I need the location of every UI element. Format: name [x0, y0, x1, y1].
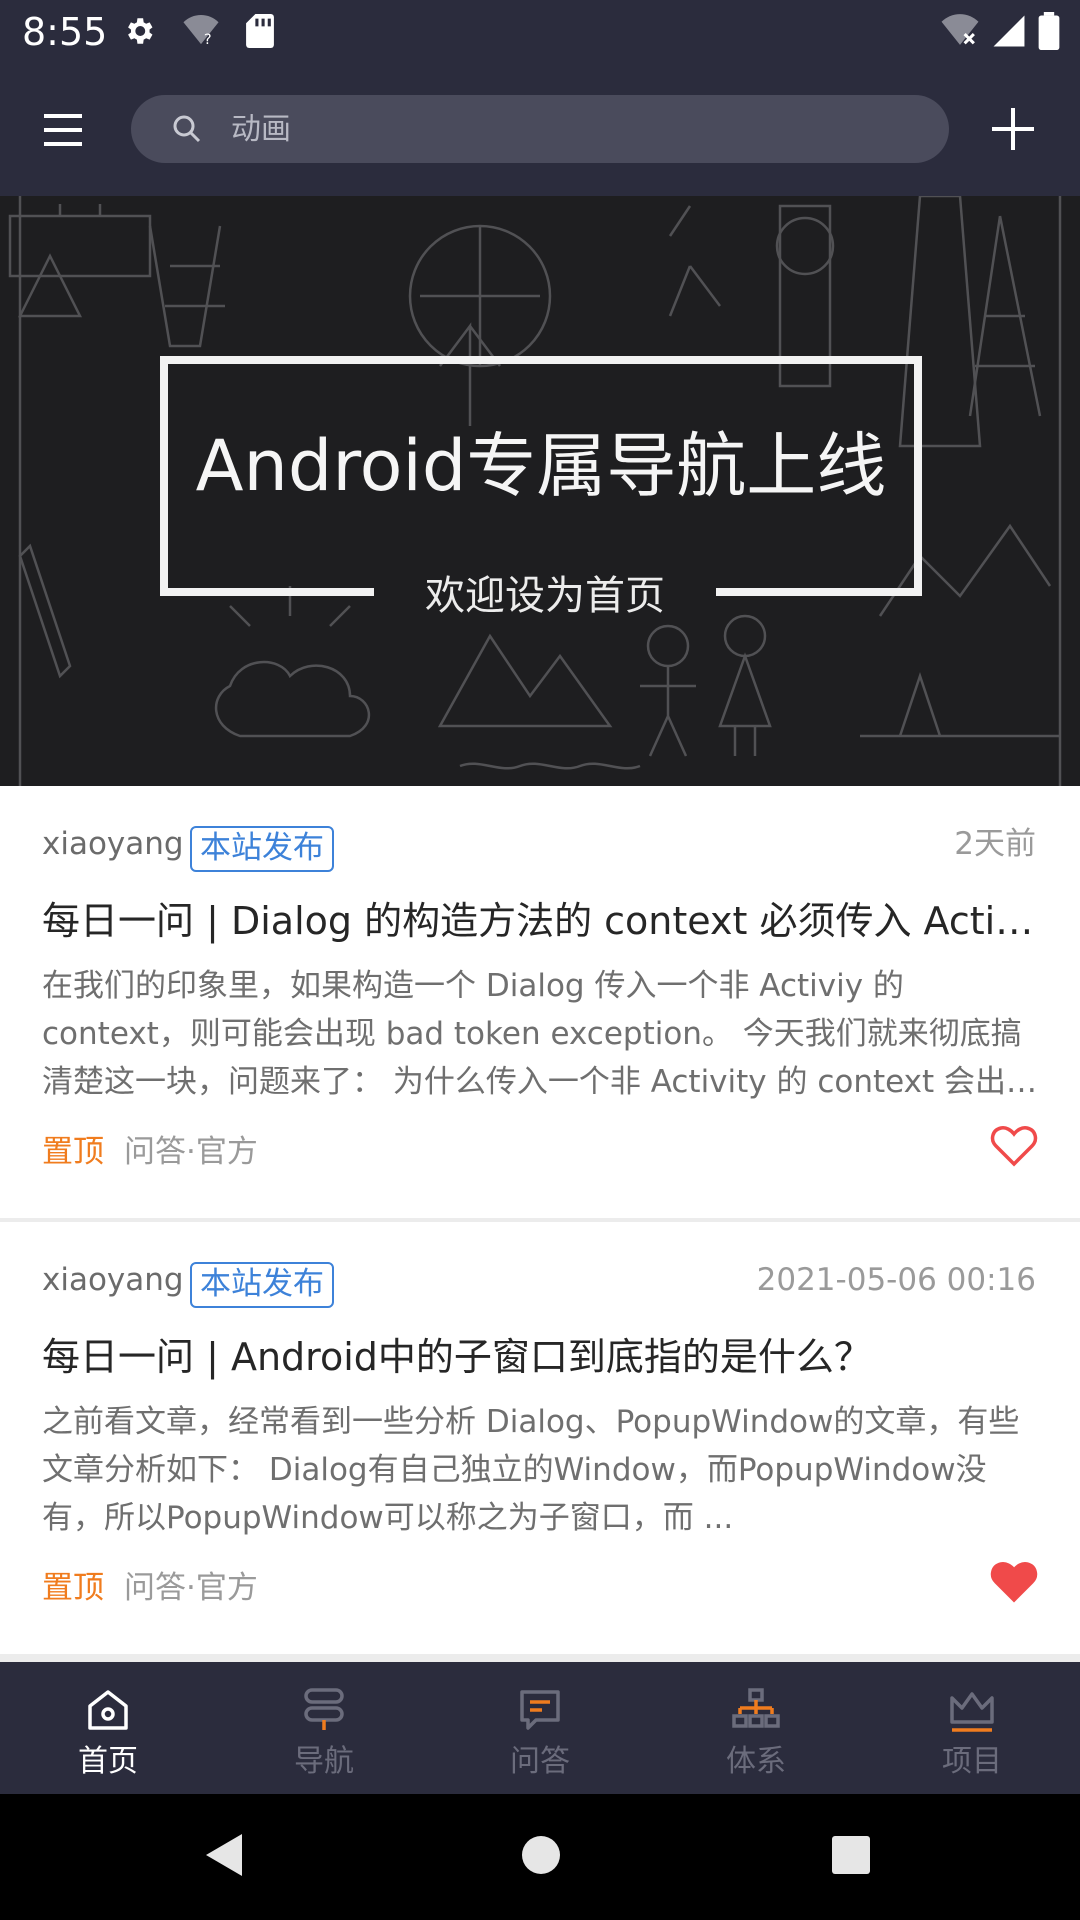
battery-icon — [1038, 12, 1060, 54]
nav-item-qa[interactable]: 问答 — [432, 1662, 648, 1794]
status-time: 8:55 — [22, 10, 108, 54]
back-icon[interactable] — [204, 1832, 244, 1882]
article-time: 2天前 — [954, 826, 1036, 862]
nav-label: 项目 — [942, 1744, 1002, 1779]
nav-label: 问答 — [510, 1744, 570, 1779]
nav-label: 首页 — [78, 1744, 138, 1779]
home-icon — [84, 1686, 132, 1734]
article-description: 之前看文章，经常看到一些分析 Dialog、PopupWindow的文章，有些文… — [42, 1404, 1020, 1536]
article-chapter[interactable]: 问答·官方 — [124, 1566, 258, 1610]
wifi-question-icon: ? — [182, 14, 220, 52]
banner-frame-line-left — [160, 588, 374, 596]
article-time: 2021-05-06 00:16 — [756, 1262, 1036, 1298]
add-icon[interactable] — [990, 106, 1036, 152]
wifi-off-icon — [940, 13, 980, 53]
home-circle-icon[interactable] — [520, 1834, 562, 1880]
article-description: 在我们的印象里，如果构造一个 Dialog 传入一个非 Activiy 的 co… — [42, 968, 1038, 1100]
search-bar[interactable] — [131, 95, 949, 163]
banner-frame-line-right — [716, 588, 922, 596]
search-input[interactable] — [231, 95, 911, 163]
article-author: xiaoyang — [42, 826, 184, 862]
article-chapter[interactable]: 问答·官方 — [124, 1130, 258, 1174]
svg-text:?: ? — [204, 31, 212, 48]
article-title: 每日一问 | Dialog 的构造方法的 context 必须传入 Activi… — [42, 899, 1038, 943]
menu-icon[interactable] — [42, 108, 90, 152]
banner-title: Android专属导航上线 — [195, 425, 887, 507]
article-tag: 本站发布 — [190, 1262, 334, 1308]
nav-label: 体系 — [726, 1744, 786, 1779]
recents-icon[interactable] — [832, 1836, 870, 1878]
status-bar: 8:55 ? — [0, 0, 1080, 64]
chat-icon — [516, 1686, 564, 1734]
divider — [0, 1654, 1080, 1662]
article-author: xiaoyang — [42, 1262, 184, 1298]
nav-item-projects[interactable]: 项目 — [864, 1662, 1080, 1794]
top-app-bar — [0, 64, 1080, 196]
banner-subtitle: 欢迎设为首页 — [425, 573, 665, 619]
banner-carousel[interactable]: Android专属导航上线 欢迎设为首页 — [0, 196, 1080, 786]
signpost-icon — [300, 1686, 348, 1734]
article-pin-label: 置顶 — [42, 1134, 104, 1170]
signal-icon — [992, 13, 1026, 53]
article-title: 每日一问 | Android中的子窗口到底指的是什么？ — [42, 1335, 872, 1379]
settings-icon — [122, 14, 156, 52]
crown-icon — [948, 1686, 996, 1734]
article-pin-label: 置顶 — [42, 1570, 104, 1606]
heart-outline-icon[interactable] — [990, 1124, 1038, 1168]
search-icon — [171, 113, 203, 145]
sd-card-icon — [246, 14, 274, 52]
system-navigation-bar — [0, 1794, 1080, 1920]
article-card[interactable]: xiaoyang 本站发布 2021-05-06 00:16 每日一问 | An… — [0, 1222, 1080, 1654]
nav-label: 导航 — [294, 1744, 354, 1779]
nav-item-system[interactable]: 体系 — [648, 1662, 864, 1794]
nav-item-home[interactable]: 首页 — [0, 1662, 216, 1794]
hierarchy-icon — [732, 1686, 780, 1734]
bottom-navigation: 首页 导航 问答 体系 项目 — [0, 1662, 1080, 1794]
article-card[interactable]: xiaoyang 本站发布 2天前 每日一问 | Dialog 的构造方法的 c… — [0, 786, 1080, 1218]
heart-filled-icon[interactable] — [990, 1560, 1038, 1604]
nav-item-navigation[interactable]: 导航 — [216, 1662, 432, 1794]
article-tag: 本站发布 — [190, 826, 334, 872]
